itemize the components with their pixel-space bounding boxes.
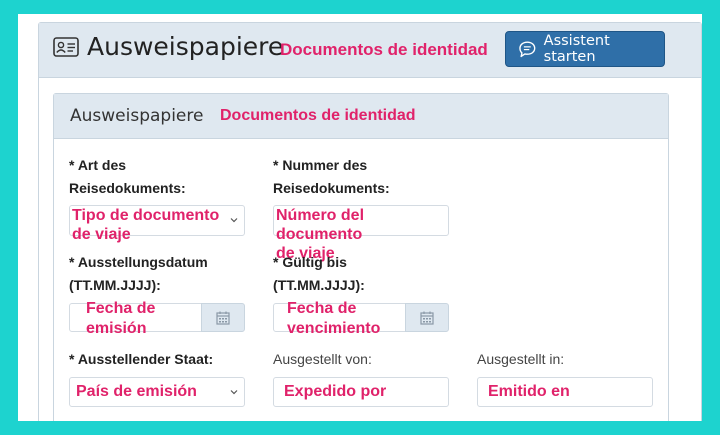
issued-by-placeholder: Expedido por	[284, 383, 387, 400]
issuing-state-placeholder: País de emisión	[76, 383, 197, 400]
id-card-icon	[53, 37, 79, 57]
identity-documents-card: Ausweispapiere Documentos de identidad *…	[53, 93, 669, 421]
issuing-state-label: * Ausstellender Staat:	[69, 351, 214, 367]
issue-date-label: * Ausstellungsdatum (TT.MM.JJJJ):	[69, 254, 208, 293]
section-title-annotation: Documentos de identidad	[220, 107, 416, 124]
doc-number-label: * Nummer des Reisedokuments:	[273, 157, 390, 196]
chat-icon	[519, 40, 536, 57]
outer-card: Ausweispapiere Documentos de identidad A…	[38, 22, 702, 421]
page-frame: Ausweispapiere Documentos de identidad A…	[18, 14, 702, 421]
issuing-state-select[interactable]: País de emisión	[69, 377, 245, 407]
page-title-annotation: Documentos de identidad	[280, 40, 488, 59]
issued-in-placeholder: Emitido en	[488, 383, 570, 400]
section-header: Ausweispapiere Documentos de identidad	[54, 94, 668, 139]
calendar-icon	[420, 311, 434, 325]
chevron-down-icon	[230, 390, 238, 395]
issued-in-input[interactable]: Emitido en	[477, 377, 653, 407]
issued-by-label: Ausgestellt von:	[273, 351, 372, 367]
start-assistant-label: Assistent starten	[543, 33, 610, 65]
doc-type-select[interactable]: Tipo de documento de viaje	[69, 205, 245, 243]
chevron-down-icon	[230, 218, 238, 223]
calendar-icon	[216, 311, 230, 325]
doc-type-placeholder: Tipo de documento de viaje	[72, 207, 220, 243]
valid-until-input[interactable]: Fecha de vencimiento	[273, 300, 406, 337]
doc-type-label: * Art des Reisedokuments:	[69, 157, 186, 196]
valid-until-calendar-button[interactable]	[405, 303, 449, 332]
issue-date-placeholder: Fecha de emisión	[86, 300, 156, 337]
section-title: Ausweispapiere	[70, 106, 204, 126]
valid-until-label: * Gültig bis (TT.MM.JJJJ):	[273, 254, 365, 293]
issue-date-calendar-button[interactable]	[201, 303, 245, 332]
issued-in-label: Ausgestellt in:	[477, 351, 565, 367]
valid-until-placeholder: Fecha de vencimiento	[287, 300, 381, 337]
page-title: Ausweispapiere	[87, 32, 284, 61]
issued-by-input[interactable]: Expedido por	[273, 377, 449, 407]
doc-number-input[interactable]: Número del documento de viaje	[273, 205, 449, 262]
page-header: Ausweispapiere Documentos de identidad A…	[39, 23, 701, 78]
issue-date-input[interactable]: Fecha de emisión	[69, 300, 202, 337]
start-assistant-button[interactable]: Assistent starten	[505, 31, 665, 67]
